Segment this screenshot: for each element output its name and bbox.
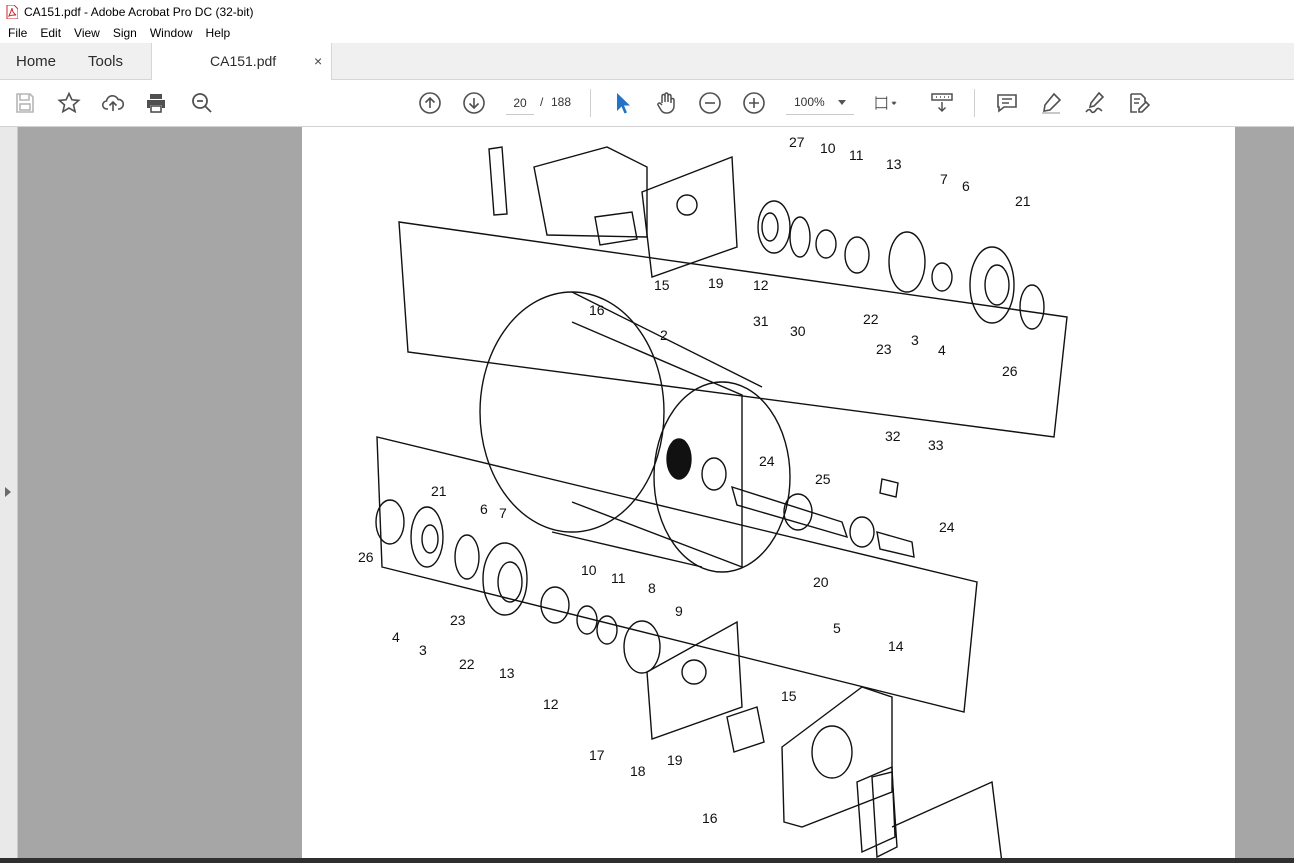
callout-6: 6 [480,501,488,517]
zoom-out-icon[interactable] [698,91,722,115]
callout-21: 21 [431,483,447,499]
callout-26: 26 [358,549,374,565]
fit-page-icon[interactable] [874,91,910,115]
hand-icon[interactable] [654,91,678,115]
callout-24: 24 [939,519,955,535]
callout-10: 10 [581,562,597,578]
taskbar-edge [0,858,1294,863]
callout-22: 22 [863,311,879,327]
callout-15: 15 [781,688,797,704]
callout-14: 14 [888,638,904,654]
window-title: CA151.pdf - Adobe Acrobat Pro DC (32-bit… [24,4,254,19]
pdf-page[interactable]: 27 10 11 13 7 6 21 15 19 12 16 22 23 3 4… [302,127,1235,863]
callout-25: 25 [815,471,831,487]
callout-11: 11 [611,570,626,586]
menu-edit[interactable]: Edit [33,26,67,40]
menu-help[interactable]: Help [199,26,237,40]
callout-21: 21 [1015,193,1031,209]
tab-tools[interactable]: Tools [88,43,123,80]
menu-window[interactable]: Window [143,26,199,40]
callout-6: 6 [962,178,970,194]
page-total: 188 [551,95,572,109]
star-icon[interactable] [57,91,81,115]
callout-16: 16 [702,810,718,826]
menu-bar: File Edit View Sign Window Help [0,23,1294,43]
callout-22: 22 [459,656,475,672]
callout-5: 5 [833,620,841,636]
callout-16: 16 [589,302,605,318]
select-cursor-icon[interactable] [610,91,634,115]
chevron-down-icon [838,100,846,105]
callout-19: 19 [667,752,683,768]
callout-7: 7 [940,171,948,187]
sign-icon[interactable] [1083,91,1107,115]
callout-12: 12 [543,696,559,712]
toolbar-divider [590,89,591,117]
callout-2: 2 [660,327,668,343]
callout-12: 12 [753,277,769,293]
highlight-icon[interactable] [1039,91,1063,115]
tab-home[interactable]: Home [16,43,56,80]
menu-view[interactable]: View [67,26,106,40]
callout-8: 8 [648,580,656,596]
expand-panel-icon[interactable] [5,487,11,497]
callout-31: 31 [753,313,769,329]
callout-23: 23 [876,341,892,357]
page-up-icon[interactable] [418,91,442,115]
zoom-value: 100% [794,95,825,109]
left-panel-rail[interactable] [0,127,18,863]
title-bar: CA151.pdf - Adobe Acrobat Pro DC (32-bit… [0,0,1294,23]
callout-19: 19 [708,275,724,291]
callout-3: 3 [911,332,919,348]
callout-18: 18 [630,763,646,779]
callout-13: 13 [499,665,515,681]
search-zoom-icon[interactable] [190,91,214,115]
comment-icon[interactable] [995,91,1019,115]
zoom-select[interactable]: 100% [786,91,854,115]
edit-pdf-icon[interactable] [1127,91,1151,115]
exploded-parts-diagram: 27 10 11 13 7 6 21 15 19 12 16 22 23 3 4… [358,134,1068,863]
tab-document-label: CA151.pdf [210,53,277,69]
close-tab-icon[interactable]: × [314,43,322,80]
callout-27: 27 [789,134,805,150]
acrobat-app-icon [6,4,19,19]
callout-4: 4 [392,629,400,645]
scroll-mode-icon[interactable] [930,91,954,115]
callout-7: 7 [499,505,507,521]
upload-icon[interactable] [101,91,125,115]
callout-9: 9 [675,603,683,619]
callout-24: 24 [759,453,775,469]
callout-32: 32 [885,428,901,444]
callout-33: 33 [928,437,944,453]
callout-4: 4 [938,342,946,358]
callout-13: 13 [886,156,902,172]
callout-10: 10 [820,140,836,156]
toolbar-divider [974,89,975,117]
callout-17: 17 [589,747,605,763]
callout-26: 26 [1002,363,1018,379]
print-icon[interactable] [144,91,168,115]
callout-11: 11 [849,147,864,163]
page-number-input[interactable] [506,91,534,115]
tab-document[interactable]: CA151.pdf × [151,43,332,80]
menu-file[interactable]: File [0,26,33,40]
document-viewport[interactable]: 27 10 11 13 7 6 21 15 19 12 16 22 23 3 4… [0,127,1294,863]
page-separator: / [540,95,544,109]
callout-3: 3 [419,642,427,658]
menu-sign[interactable]: Sign [106,26,143,40]
callout-15: 15 [654,277,670,293]
save-icon[interactable] [13,91,37,115]
right-panel-rail [1235,127,1294,863]
page-down-icon[interactable] [462,91,486,115]
tab-bar: Home Tools CA151.pdf × [0,43,1294,80]
zoom-in-icon[interactable] [742,91,766,115]
callout-20: 20 [813,574,829,590]
callout-23: 23 [450,612,466,628]
callout-30: 30 [790,323,806,339]
